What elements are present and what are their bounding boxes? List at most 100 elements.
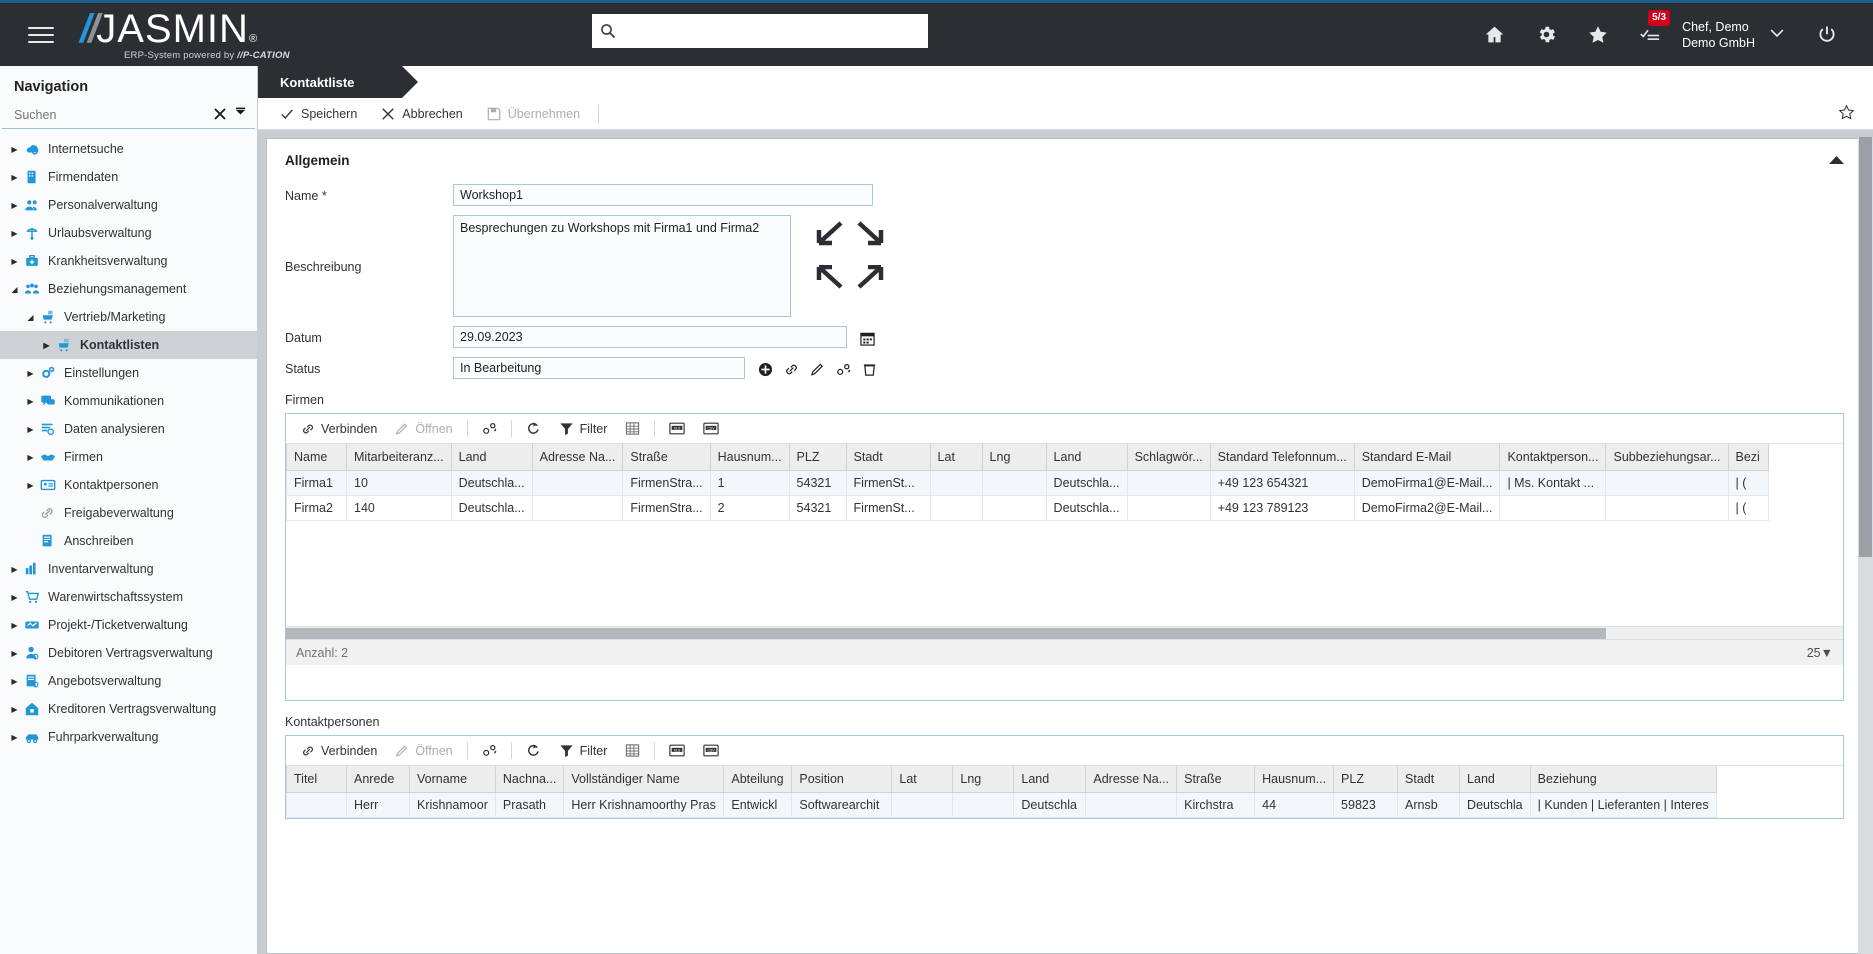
column-header[interactable]: Standard E-Mail (1353, 444, 1501, 471)
chevron-right-icon[interactable]: ▶ (24, 397, 37, 406)
column-settings-icon[interactable] (473, 738, 506, 764)
chevron-right-icon[interactable]: ▶ (8, 565, 21, 574)
delete-icon[interactable] (859, 359, 879, 379)
connect-button[interactable]: Verbinden (292, 416, 386, 442)
sidebar-item-inventarverwaltung[interactable]: ▶ Inventarverwaltung (0, 555, 257, 583)
sidebar-item-warenwirtschaftssystem[interactable]: ▶ Warenwirtschaftssystem (0, 583, 257, 611)
user-menu[interactable]: Chef, Demo Demo GmbH (1682, 19, 1755, 51)
column-header[interactable]: Adresse Na... (531, 444, 624, 471)
column-header[interactable]: Titel (286, 766, 347, 793)
sidebar-item-debitoren-vertragsverwaltung[interactable]: ▶ Debitoren Vertragsverwaltung (0, 639, 257, 667)
filter-button[interactable]: Filter (550, 738, 617, 764)
page-vertical-scrollbar[interactable] (1858, 137, 1873, 954)
power-icon[interactable] (1801, 2, 1853, 68)
chevron-right-icon[interactable]: ▶ (24, 369, 37, 378)
clear-icon[interactable] (210, 107, 230, 123)
sidebar-item-angebotsverwaltung[interactable]: ▶ Angebotsverwaltung (0, 667, 257, 695)
chevron-right-icon[interactable]: ▶ (8, 173, 21, 182)
cancel-button[interactable]: Abbrechen (369, 99, 474, 129)
table-layout-icon[interactable] (616, 416, 649, 442)
column-header[interactable]: Lat (891, 766, 954, 793)
column-header[interactable]: Straße (1176, 766, 1256, 793)
sidebar-item-internetsuche[interactable]: ▶ Internetsuche (0, 135, 257, 163)
column-header[interactable]: Lng (981, 444, 1047, 471)
sidebar-item-kontaktpersonen[interactable]: ▶ Kontaktpersonen (0, 471, 257, 499)
save-button[interactable]: Speichern (268, 99, 369, 129)
sidebar-item-projekt-ticketverwaltung[interactable]: ▶ Projekt-/Ticketverwaltung (0, 611, 257, 639)
table-row[interactable]: Firma2 140 Deutschla... FirmenStra... 2 54321… (286, 494, 1769, 521)
menu-toggle-icon[interactable] (28, 22, 54, 48)
status-input[interactable] (453, 357, 745, 379)
sidebar-item-fuhrparkverwaltung[interactable]: ▶ Fuhrparkverwaltung (0, 723, 257, 751)
collapse-panel-icon[interactable] (1829, 153, 1844, 167)
tab-kontaktliste[interactable]: Kontaktliste (258, 66, 419, 98)
calendar-icon[interactable] (857, 328, 877, 348)
chevron-right-icon[interactable]: ▶ (8, 229, 21, 238)
column-header[interactable]: Schlagwör... (1126, 444, 1211, 471)
add-icon[interactable] (755, 359, 775, 379)
navigation-search-input[interactable] (14, 108, 210, 122)
column-header[interactable]: Lat (929, 444, 983, 471)
column-header[interactable]: Land (1459, 766, 1531, 793)
firmen-page-size[interactable]: 25▼ (1807, 646, 1833, 660)
chevron-down-icon[interactable]: ◢ (24, 313, 37, 322)
apply-button[interactable]: Übernehmen (475, 99, 592, 129)
link-icon[interactable] (781, 359, 801, 379)
chevron-down-icon[interactable]: ◢ (8, 285, 21, 294)
column-header[interactable]: Abteilung (723, 766, 793, 793)
column-header[interactable]: Anrede (346, 766, 410, 793)
sidebar-item-vertrieb-marketing[interactable]: ◢ Vertrieb/Marketing (0, 303, 257, 331)
column-header[interactable]: PLZ (1333, 766, 1399, 793)
sidebar-item-urlaubsverwaltung[interactable]: ▶ Urlaubsverwaltung (0, 219, 257, 247)
column-header[interactable]: Beziehung (1529, 766, 1717, 793)
description-textarea[interactable]: Besprechungen zu Workshops mit Firma1 un… (453, 215, 791, 317)
column-header[interactable]: Stadt (1397, 766, 1461, 793)
sidebar-item-freigabeverwaltung[interactable]: Freigabeverwaltung (0, 499, 257, 527)
refresh-icon[interactable] (517, 416, 550, 442)
bookmark-icon[interactable] (1838, 104, 1873, 124)
filter-button[interactable]: Filter (550, 416, 617, 442)
refresh-icon[interactable] (517, 738, 550, 764)
chevron-right-icon[interactable]: ▶ (24, 425, 37, 434)
column-header[interactable]: Hausnum... (1254, 766, 1335, 793)
column-header[interactable]: Hausnum... (709, 444, 790, 471)
open-button[interactable]: Öffnen (386, 416, 461, 442)
chevron-right-icon[interactable]: ▶ (8, 705, 21, 714)
column-header[interactable]: Mitarbeiteranz... (346, 444, 452, 471)
column-header[interactable]: PLZ (788, 444, 847, 471)
column-header[interactable]: Adresse Na... (1085, 766, 1178, 793)
expand-down-left-icon[interactable] (809, 259, 847, 297)
column-header[interactable]: Lng (952, 766, 1015, 793)
chevron-right-icon[interactable]: ▶ (8, 733, 21, 742)
date-input[interactable] (453, 326, 847, 348)
csv-export-icon[interactable]: CSV (694, 416, 728, 442)
table-row[interactable]: Firma1 10 Deutschla... FirmenStra... 1 54321 F… (286, 469, 1769, 496)
chevron-right-icon[interactable]: ▶ (8, 257, 21, 266)
expand-down-right-icon[interactable] (853, 259, 891, 297)
expand-up-right-icon[interactable] (853, 215, 891, 253)
sidebar-item-firmen[interactable]: ▶ Firmen (0, 443, 257, 471)
edit-icon[interactable] (807, 359, 827, 379)
chevron-right-icon[interactable]: ▶ (8, 593, 21, 602)
chevron-right-icon[interactable]: ▶ (8, 621, 21, 630)
tasks-icon[interactable]: 5/3 (1624, 2, 1676, 68)
column-header[interactable]: Straße (622, 444, 711, 471)
chevron-right-icon[interactable]: ▶ (8, 649, 21, 658)
chevron-right-icon[interactable]: ▶ (24, 453, 37, 462)
sidebar-item-personalverwaltung[interactable]: ▶ Personalverwaltung (0, 191, 257, 219)
sidebar-item-firmendaten[interactable]: ▶ Firmendaten (0, 163, 257, 191)
chevron-down-icon[interactable] (1767, 23, 1787, 46)
column-header[interactable]: Standard Telefonnum... (1209, 444, 1355, 471)
column-header[interactable]: Nachna... (494, 766, 565, 793)
chevron-right-icon[interactable]: ▶ (40, 341, 53, 350)
chevron-right-icon[interactable]: ▶ (8, 677, 21, 686)
column-header[interactable]: Vorname (409, 766, 496, 793)
connect-button[interactable]: Verbinden (292, 738, 386, 764)
table-layout-icon[interactable] (616, 738, 649, 764)
xls-export-icon[interactable]: XLS (660, 738, 694, 764)
sidebar-item-einstellungen[interactable]: ▶ Einstellungen (0, 359, 257, 387)
column-header[interactable]: Name (286, 444, 347, 471)
sidebar-item-kommunikationen[interactable]: ▶ Kommunikationen (0, 387, 257, 415)
table-row[interactable]: Herr Krishnamoor Prasath Herr Krishnamoorth… (286, 791, 1717, 818)
sidebar-item-anschreiben[interactable]: Anschreiben (0, 527, 257, 555)
